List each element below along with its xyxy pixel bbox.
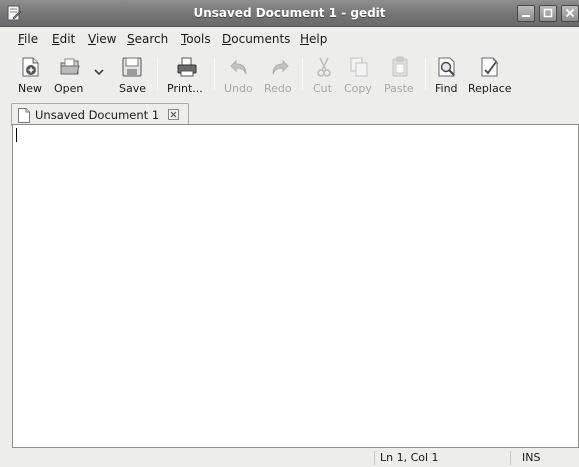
text-cursor (16, 128, 17, 142)
find-button[interactable]: Find (433, 53, 461, 97)
undo-button[interactable]: Undo (222, 53, 258, 97)
menu-documents-mnemonic: D (222, 32, 232, 46)
new-button[interactable]: New (16, 53, 48, 97)
menu-search-mnemonic: S (127, 32, 135, 46)
paste-clipboard-icon (388, 55, 412, 79)
toolbar: New Open Save Print... Undo Redo Cut Cop… (0, 51, 579, 100)
find-replace-icon (478, 55, 502, 79)
menu-help-mnemonic: H (300, 32, 310, 46)
copy-button[interactable]: Copy (342, 53, 376, 97)
menu-help-label: elp (309, 32, 328, 46)
maximize-button[interactable] (539, 5, 557, 22)
new-button-label: New (18, 82, 42, 95)
maximize-icon (543, 8, 553, 18)
status-separator (374, 451, 375, 465)
find-button-label: Find (435, 82, 458, 95)
printer-icon (175, 55, 199, 79)
close-window-button[interactable] (561, 5, 579, 22)
menu-view-mnemonic: V (88, 32, 96, 46)
close-icon (565, 8, 575, 18)
minimize-icon (522, 15, 530, 17)
undo-icon (228, 55, 252, 79)
menu-tools-label: ools (186, 32, 211, 46)
status-separator (510, 451, 511, 465)
chevron-down-icon (92, 65, 106, 79)
paste-button[interactable]: Paste (382, 53, 418, 97)
redo-button[interactable]: Redo (262, 53, 296, 97)
print-button-label: Print... (167, 82, 203, 95)
menu-view[interactable]: View (88, 32, 116, 46)
replace-button-label: Replace (468, 82, 512, 95)
toolbar-separator (157, 58, 158, 90)
text-editor-area[interactable] (12, 124, 579, 448)
menu-search[interactable]: Search (127, 32, 168, 46)
open-folder-icon (58, 55, 82, 79)
tab-label: Unsaved Document 1 (35, 108, 160, 122)
menu-edit[interactable]: Edit (52, 32, 75, 46)
menu-file-label: ile (24, 32, 39, 46)
cut-button[interactable]: Cut (311, 53, 337, 97)
scissors-icon (312, 55, 336, 79)
document-tab-bar: Unsaved Document 1 (0, 101, 579, 126)
status-bar: Ln 1, Col 1 INS (0, 449, 579, 467)
menu-edit-mnemonic: E (52, 32, 60, 46)
print-button[interactable]: Print... (166, 53, 208, 97)
copy-button-label: Copy (344, 82, 372, 95)
redo-icon (267, 55, 291, 79)
toolbar-separator (302, 58, 303, 90)
menu-help[interactable]: Help (300, 32, 327, 46)
save-floppy-icon (120, 55, 144, 79)
save-button[interactable]: Save (116, 53, 148, 97)
menu-bar: File Edit View Search Tools Documents He… (0, 28, 579, 50)
menu-file[interactable]: File (18, 32, 38, 46)
menu-edit-label: dit (59, 32, 76, 46)
find-magnifier-icon (435, 55, 459, 79)
recent-files-dropdown[interactable] (92, 53, 106, 97)
undo-button-label: Undo (224, 82, 253, 95)
menu-view-label: iew (95, 32, 117, 46)
insert-mode-indicator[interactable]: INS (522, 451, 540, 464)
save-button-label: Save (119, 82, 147, 95)
gedit-window: Unsaved Document 1 - gedit File Edit Vie… (0, 0, 579, 467)
cursor-position: Ln 1, Col 1 (380, 451, 439, 464)
window-title: Unsaved Document 1 - gedit (193, 6, 386, 20)
toolbar-separator (425, 58, 426, 90)
redo-button-label: Redo (264, 82, 292, 95)
open-button-label: Open (54, 82, 84, 95)
copy-icon (347, 55, 371, 79)
tab-unsaved-document-1[interactable]: Unsaved Document 1 (11, 103, 189, 126)
close-icon (168, 109, 179, 120)
menu-tools[interactable]: Tools (181, 32, 211, 46)
menu-documents[interactable]: Documents (222, 32, 290, 46)
open-button[interactable]: Open (52, 53, 88, 97)
title-bar[interactable]: Unsaved Document 1 - gedit (0, 0, 579, 27)
new-document-icon (19, 55, 43, 79)
tab-close-button[interactable] (168, 109, 179, 123)
toolbar-separator (214, 58, 215, 90)
cut-button-label: Cut (313, 82, 332, 95)
replace-button[interactable]: Replace (466, 53, 514, 97)
menu-search-label: earch (134, 32, 169, 46)
minimize-button[interactable] (517, 5, 535, 22)
menu-documents-label: ocuments (231, 32, 291, 46)
paste-button-label: Paste (384, 82, 414, 95)
